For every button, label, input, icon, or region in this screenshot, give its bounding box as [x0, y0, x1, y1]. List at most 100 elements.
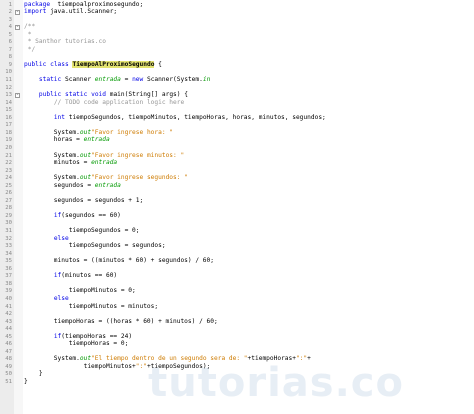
- code-token: in: [202, 76, 211, 83]
- line-number: 36: [5, 265, 12, 272]
- line-number: 49: [5, 363, 12, 370]
- code-text: import java.util.Scanner;: [24, 8, 118, 16]
- line-number: 29: [5, 212, 12, 219]
- code-token: System.: [24, 355, 80, 363]
- code-token: entrada: [83, 136, 110, 144]
- fold-toggle-icon[interactable]: -: [15, 92, 20, 98]
- code-line[interactable]: 41 tiempoMinutos = minutos;: [0, 302, 474, 311]
- line-number: 26: [5, 190, 12, 197]
- code-token: // TODO code application logic here: [53, 98, 185, 106]
- code-line[interactable]: 16 int tiempoSegundos, tiempoMinutos, ti…: [0, 113, 474, 122]
- line-number: 13: [5, 92, 12, 99]
- code-token: entrada: [94, 76, 121, 83]
- code-token: {: [154, 60, 162, 68]
- code-text: // TODO code application logic here: [24, 98, 185, 107]
- line-number: 24: [5, 175, 12, 182]
- code-token: entrada: [94, 181, 121, 189]
- code-line[interactable]: 39 tiempoMinutos = 0;: [0, 287, 474, 295]
- line-number: 20: [5, 144, 12, 151]
- code-line[interactable]: 7 */: [0, 46, 474, 54]
- code-line[interactable]: 19 horas = entrada: [0, 136, 474, 144]
- code-token: /**: [24, 23, 36, 31]
- line-number: 42: [5, 311, 12, 318]
- code-line[interactable]: 14 // TODO code application logic here: [0, 98, 474, 107]
- code-token: tiempoMinutos = minutos;: [24, 302, 159, 310]
- code-line[interactable]: 33 tiempoSegundos = segundos;: [0, 242, 474, 250]
- code-line[interactable]: 22 minutos = entrada: [0, 159, 474, 167]
- code-token: TiempoAlProximoSegundo: [72, 60, 155, 68]
- code-token: public: [38, 91, 62, 99]
- line-number: 3: [8, 16, 12, 23]
- code-token: static: [65, 91, 88, 99]
- line-number: 4: [8, 24, 12, 31]
- code-line[interactable]: 46 tiempoHoras = 0;: [0, 340, 474, 348]
- code-token: static: [38, 76, 62, 83]
- code-line[interactable]: 37 if(minutos == 60): [0, 272, 474, 280]
- code-token: tiempoSegundos = 0;: [24, 227, 140, 234]
- line-number: 46: [5, 341, 12, 348]
- line-number: 35: [5, 258, 12, 265]
- code-token: else: [53, 234, 69, 242]
- line-number: 50: [5, 371, 12, 378]
- code-token: main(String[] args) {: [106, 91, 188, 99]
- code-token: import: [24, 8, 47, 16]
- code-token: (segundos == 60): [61, 211, 121, 219]
- code-line[interactable]: 29 if(segundos == 60): [0, 211, 474, 220]
- code-token: "Favor ingrese hora: ": [91, 128, 174, 136]
- code-line[interactable]: 4-/**: [0, 23, 474, 31]
- code-text: segundos = entrada: [24, 181, 121, 190]
- code-line[interactable]: 35 minutos = ((minutos * 60) + segundos)…: [0, 257, 474, 265]
- code-text: * Santhor tutorias.co: [24, 38, 106, 46]
- code-line[interactable]: 9 public class TiempoAlProximoSegundo {: [0, 60, 474, 69]
- line-number: 9: [8, 61, 12, 68]
- code-line[interactable]: 2- import java.util.Scanner;: [0, 8, 474, 16]
- line-number: 33: [5, 243, 12, 250]
- code-token: tiempoSegundos, tiempoMinutos, tiempoHor…: [65, 113, 326, 121]
- code-token: minutos = ((minutos * 60) + segundos) / …: [24, 257, 214, 265]
- line-number: 5: [8, 31, 12, 38]
- code-line[interactable]: 27 segundos = segundos + 1;: [0, 196, 474, 205]
- line-number: 22: [5, 160, 12, 167]
- line-number: 32: [5, 235, 12, 242]
- code-text: public class TiempoAlProximoSegundo {: [24, 60, 162, 69]
- code-text: tiempoSegundos = segundos;: [24, 242, 166, 250]
- code-text: */: [24, 46, 35, 54]
- code-text: tiempoMinutos = minutos;: [24, 302, 159, 311]
- code-token: "Favor ingrese segundos: ": [91, 174, 188, 182]
- code-token: package: [24, 0, 51, 8]
- code-token: }: [24, 370, 43, 378]
- code-token: (tiempoHoras == 24): [61, 332, 133, 340]
- fold-toggle-icon[interactable]: -: [15, 24, 20, 30]
- code-line[interactable]: 25 segundos = entrada: [0, 181, 474, 190]
- line-number: 30: [5, 220, 12, 227]
- code-token: (minutos == 60): [61, 272, 118, 280]
- fold-toggle-icon[interactable]: -: [15, 9, 20, 15]
- code-line[interactable]: 11 static Scanner entrada = new Scanner(…: [0, 76, 474, 84]
- code-token: ":": [135, 362, 147, 370]
- line-number: 8: [8, 54, 12, 61]
- code-text: int tiempoSegundos, tiempoMinutos, tiemp…: [24, 113, 326, 122]
- code-line[interactable]: 3: [0, 17, 474, 24]
- code-line[interactable]: 6 * Santhor tutorias.co: [0, 38, 474, 46]
- code-text: static Scanner entrada = new Scanner(Sys…: [24, 76, 211, 84]
- code-line[interactable]: 43 tiempoHoras = ((horas * 60) + minutos…: [0, 318, 474, 326]
- line-number: 10: [5, 69, 12, 76]
- code-token: class: [50, 60, 69, 68]
- watermark: tutorias.co: [148, 360, 404, 406]
- code-text: if(minutos == 60): [24, 272, 118, 280]
- code-token: tiempoalproximosegundo;: [50, 0, 144, 8]
- line-number: 38: [5, 280, 12, 287]
- code-token: Scanner: [61, 76, 95, 83]
- code-token: System.: [24, 151, 80, 159]
- code-text: segundos = segundos + 1;: [24, 196, 144, 205]
- code-token: *: [24, 30, 32, 38]
- code-token: java.util.Scanner;: [46, 8, 118, 16]
- code-line[interactable]: 31 tiempoSegundos = 0;: [0, 227, 474, 235]
- code-token: segundos = segundos + 1;: [24, 196, 144, 204]
- code-editor[interactable]: 1 package tiempoalproximosegundo; 2- import…: [0, 0, 474, 414]
